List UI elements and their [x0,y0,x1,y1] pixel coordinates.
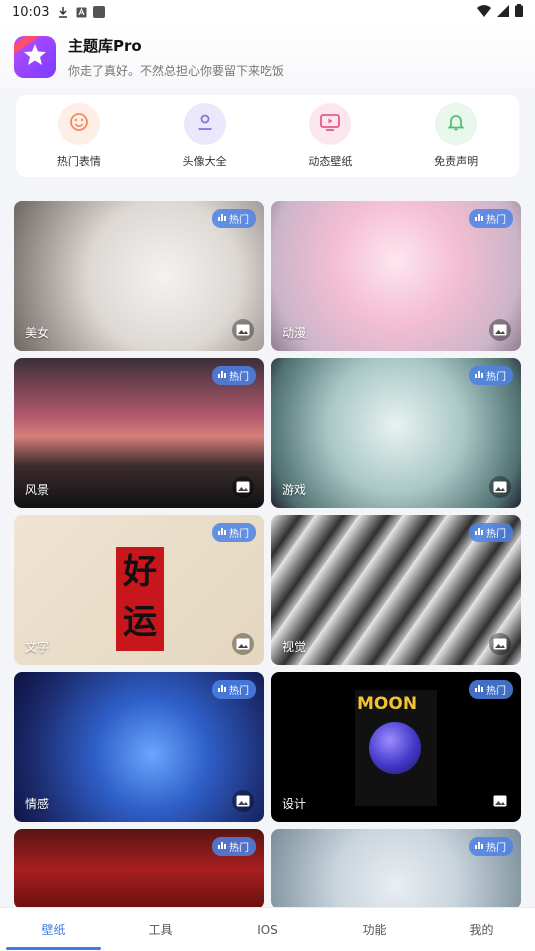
hot-badge: 热门 [212,837,256,856]
bell-icon [446,112,466,136]
hot-badge-label: 热门 [486,372,506,383]
bar-chart-icon [218,213,226,224]
hot-badge-label: 热门 [229,686,249,697]
quick-circle [309,103,352,145]
bar-chart-icon [475,370,483,381]
category-tile-emotion[interactable]: 热门 情感 [14,672,264,822]
category-tile-design[interactable]: MOON 热门 设计 [271,672,521,822]
image-icon[interactable] [232,476,254,498]
app-title: 主题库Pro [68,37,142,55]
quick-item-disclaimer[interactable]: 免责声明 [401,103,511,169]
nav-tab-ios[interactable]: IOS [214,908,321,951]
nav-tab-mine[interactable]: 我的 [428,908,535,951]
image-icon[interactable] [232,790,254,812]
bar-chart-icon [218,684,226,695]
download-icon [57,6,69,18]
quick-circle [57,103,100,145]
hot-badge-label: 热门 [229,843,249,854]
hot-badge-label: 热门 [229,215,249,226]
hot-badge-label: 热门 [486,686,506,697]
category-tile-beauty[interactable]: 热门 美女 [14,201,264,351]
quick-label: 免责声明 [434,155,479,168]
user-icon [195,112,215,136]
planet-graphic [369,722,421,774]
quick-item-avatars[interactable]: 头像大全 [150,103,260,169]
hot-badge: 热门 [469,523,513,542]
tile-art-text: MOON [357,694,418,714]
signal-icon [497,4,509,21]
category-tile-scenery[interactable]: 热门 风景 [14,358,264,508]
tile-art-text: 好运 [116,547,164,651]
hot-badge: 热门 [212,366,256,385]
quick-circle [435,103,478,145]
category-tile-visual[interactable]: 热门 视觉 [271,515,521,665]
notification-a-icon [75,6,87,18]
nav-tab-features[interactable]: 功能 [321,908,428,951]
battery-icon [515,4,523,21]
hot-badge: 热门 [212,523,256,542]
tile-label: 美女 [25,326,50,340]
hot-badge: 热门 [469,680,513,699]
category-tile-more-1[interactable]: 热门 [14,829,264,909]
bar-chart-icon [475,684,483,695]
bar-chart-icon [218,370,226,381]
bar-chart-icon [475,841,483,852]
smiley-icon [69,112,89,136]
hot-badge-label: 热门 [486,843,506,854]
star-logo-icon [22,42,48,72]
notification-square-icon [93,6,106,18]
hot-badge: 热门 [469,209,513,228]
app-header: 主题库Pro 你走了真好。不然总担心你要留下来吃饭 [0,24,535,90]
category-tile-more-2[interactable]: 热门 [271,829,521,909]
status-bar: 10:03 [0,0,535,24]
image-icon[interactable] [489,790,511,812]
nav-tab-wallpaper[interactable]: 壁纸 [0,908,107,951]
hot-badge: 热门 [212,209,256,228]
quick-label: 动态壁纸 [308,155,353,168]
bar-chart-icon [218,841,226,852]
image-icon[interactable] [232,319,254,341]
quick-item-hot-stickers[interactable]: 热门表情 [24,103,134,169]
nav-tab-tools[interactable]: 工具 [107,908,214,951]
tile-label: 情感 [25,797,50,811]
tv-play-icon [319,112,341,136]
tile-label: 文字 [25,640,50,654]
bar-chart-icon [475,527,483,538]
quick-label: 头像大全 [182,155,227,168]
bar-chart-icon [218,527,226,538]
quick-item-live-wallpapers[interactable]: 动态壁纸 [275,103,385,169]
image-icon[interactable] [489,319,511,341]
hot-badge: 热门 [469,837,513,856]
wifi-icon [477,4,491,21]
tile-label: 动漫 [282,326,307,340]
hot-badge: 热门 [212,680,256,699]
quick-label: 热门表情 [56,155,101,168]
image-icon[interactable] [489,633,511,655]
hot-badge-label: 热门 [486,215,506,226]
hot-badge: 热门 [469,366,513,385]
hot-badge-label: 热门 [486,529,506,540]
tile-label: 游戏 [282,483,307,497]
category-tile-games[interactable]: 热门 游戏 [271,358,521,508]
quick-circle [183,103,226,145]
tile-label: 风景 [25,483,50,497]
bar-chart-icon [475,213,483,224]
status-time: 10:03 [12,4,50,20]
category-grid: 热门 美女 热门 动漫 热门 风景 热门 游戏 好运 热门 文字 热门 视觉 热… [14,201,521,909]
image-icon[interactable] [232,633,254,655]
hot-badge-label: 热门 [229,529,249,540]
bottom-nav: 壁纸 工具 IOS 功能 我的 [0,907,535,951]
app-logo [14,36,56,78]
image-icon[interactable] [489,476,511,498]
tile-label: 视觉 [282,640,307,654]
quick-menu: 热门表情 头像大全 动态壁纸 免责声明 [16,95,519,177]
tile-label: 设计 [282,797,307,811]
status-right-group [477,4,523,21]
category-tile-text[interactable]: 好运 热门 文字 [14,515,264,665]
hot-badge-label: 热门 [229,372,249,383]
app-subtitle: 你走了真好。不然总担心你要留下来吃饭 [68,64,285,78]
category-tile-anime[interactable]: 热门 动漫 [271,201,521,351]
